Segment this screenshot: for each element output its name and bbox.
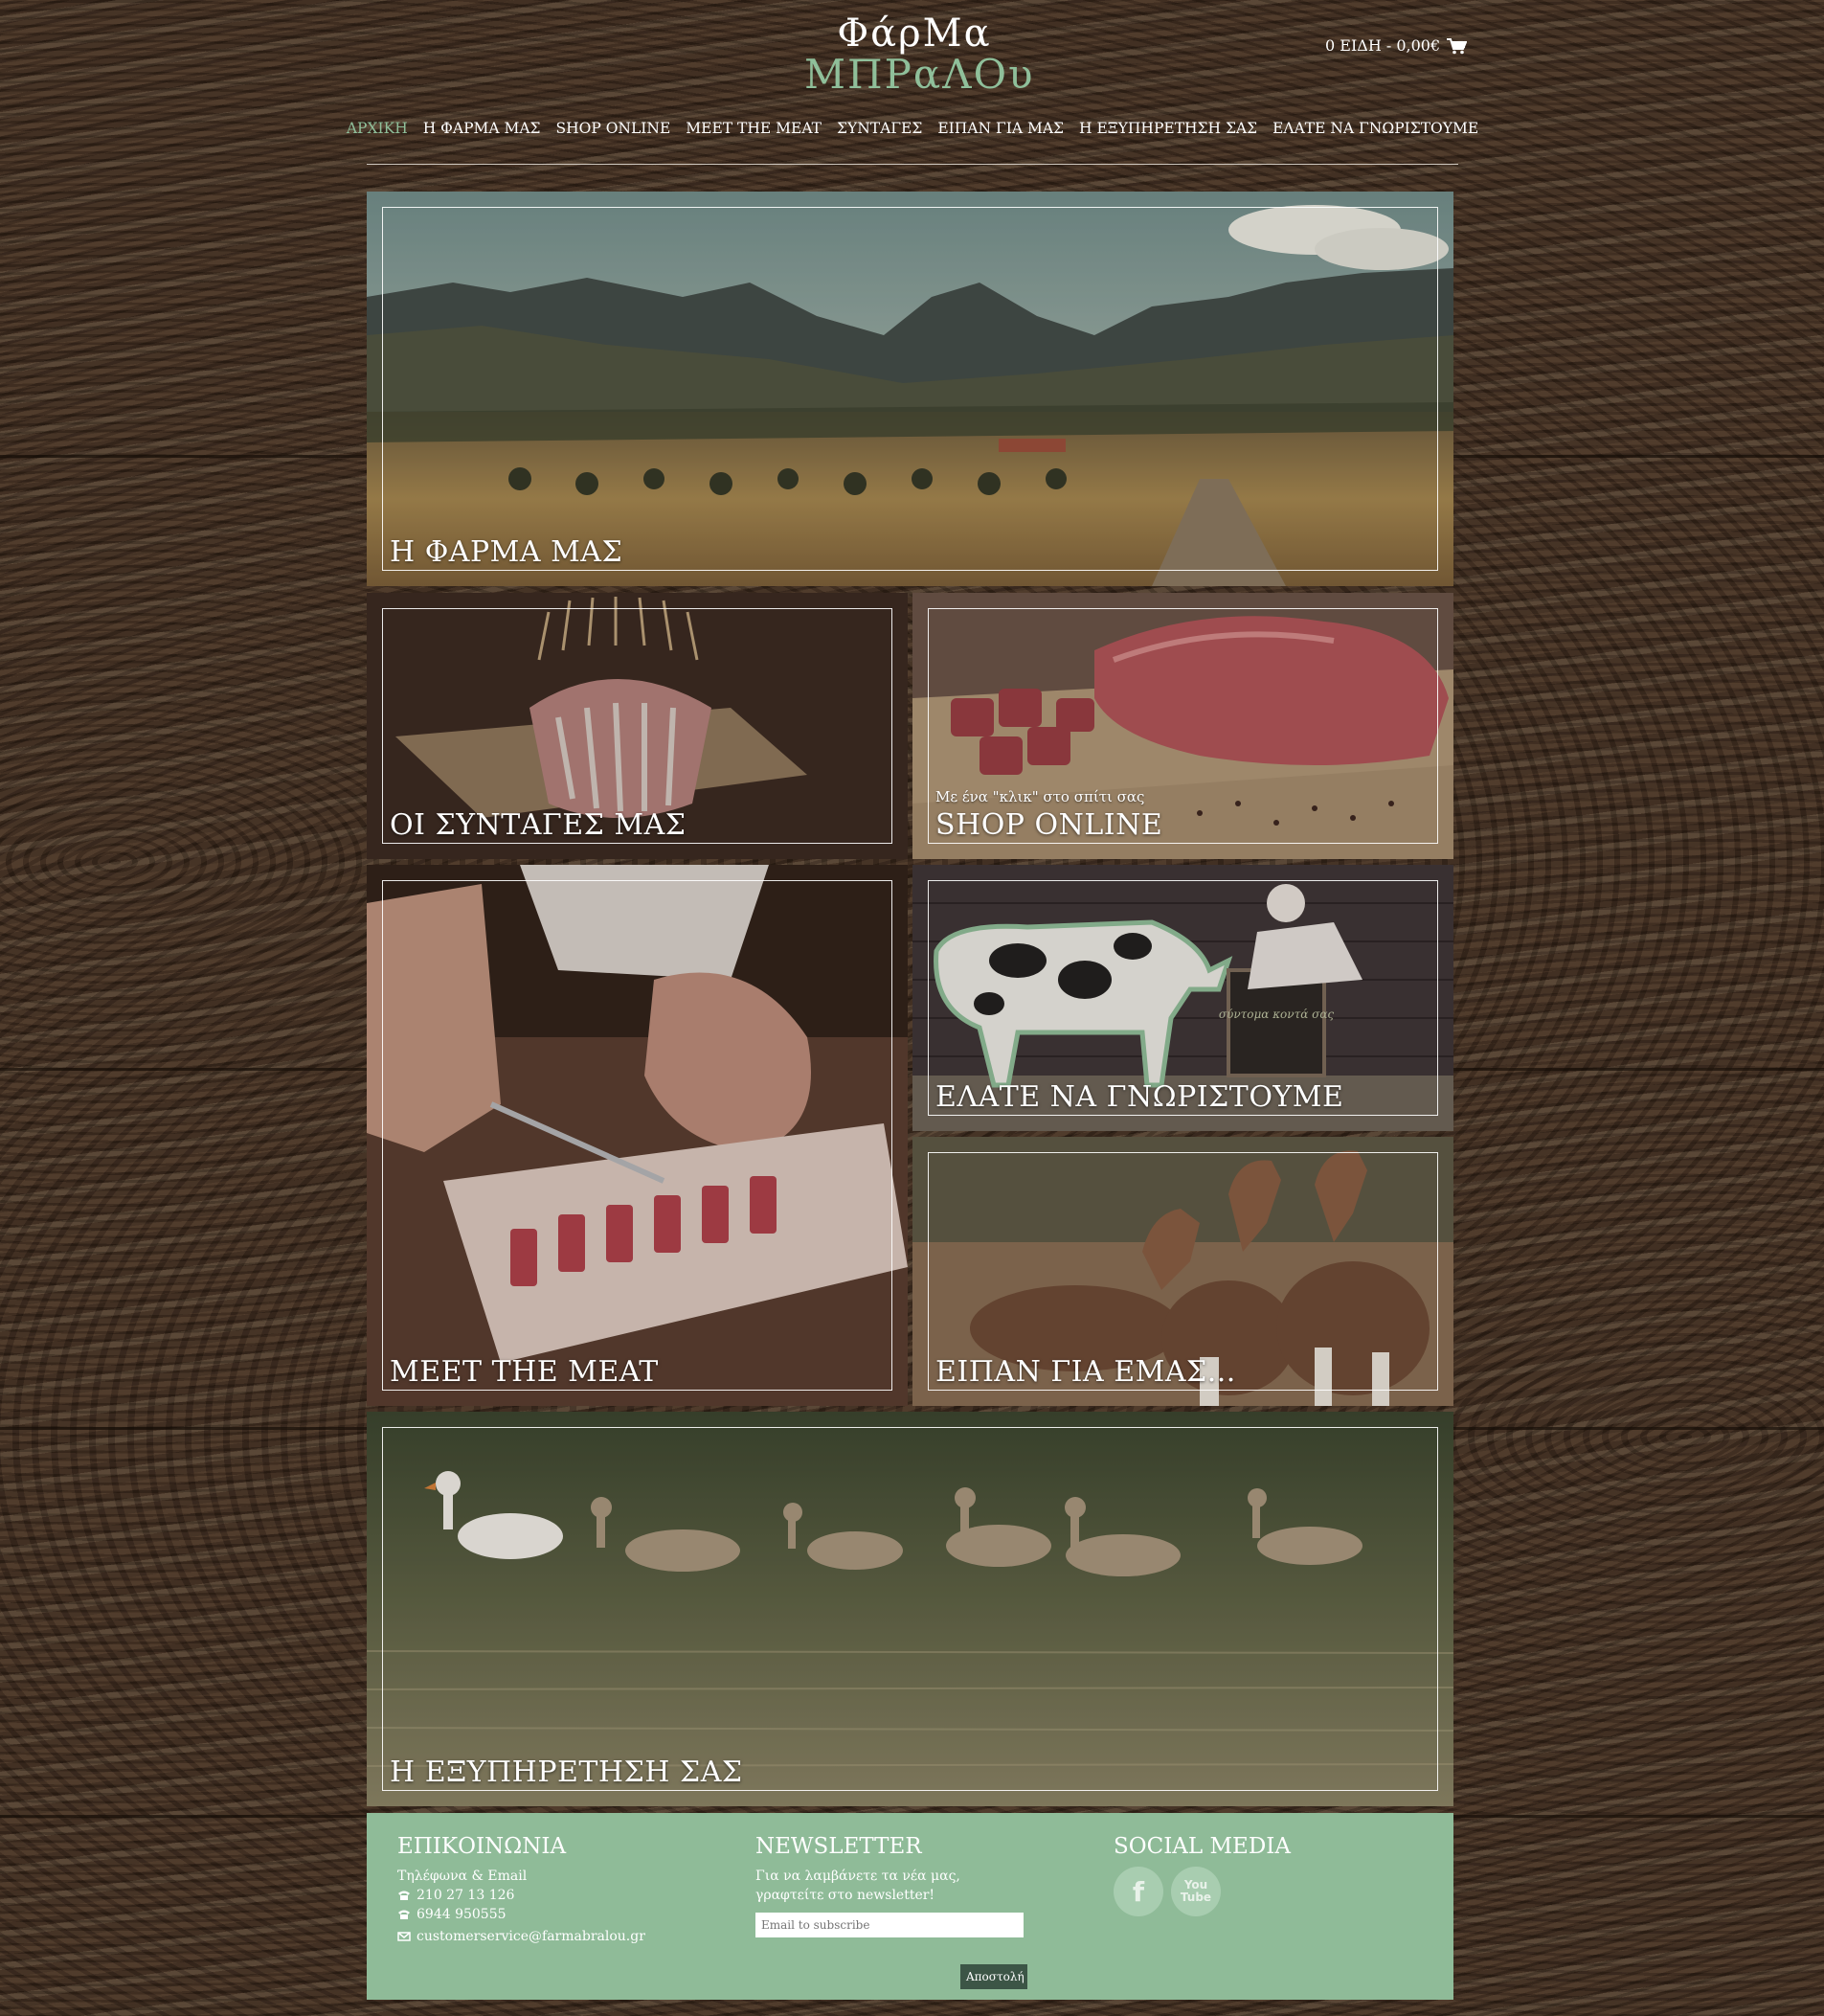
footer-contact: ΕΠΙΚΟΙΝΩΝΙΑ Τηλέφωνα & Email 210 27 13 1… [397,1834,645,1946]
phone-number-2[interactable]: 6944 950555 [417,1905,507,1924]
nav-item-recipes[interactable]: ΣΥΝΤΑΓΕΣ [829,120,930,137]
newsletter-heading: NEWSLETTER [755,1834,922,1859]
tile-label: ΕΛΑΤΕ ΝΑ ΓΝΩΡΙΣΤΟΥΜΕ [935,1080,1344,1114]
youtube-icon[interactable]: You Tube [1171,1867,1221,1916]
tile-label: SHOP ONLINE [935,808,1163,842]
phone-row: 210 27 13 126 [397,1886,645,1905]
tile-meet-the-meat[interactable]: MEET THE MEAT [367,865,908,1406]
tile-frame [382,880,892,1391]
cart-text: 0 ΕΙΔΗ - 0,00€ [1325,36,1441,55]
tile-shop-online[interactable]: Με ένα "κλικ" στο σπίτι σας SHOP ONLINE [912,593,1453,859]
main-nav: ΑΡΧΙΚΗ Η ΦΑΡΜΑ ΜΑΣ SHOP ONLINE MEET THE … [347,120,1478,137]
footer: ΕΠΙΚΟΙΝΩΝΙΑ Τηλέφωνα & Email 210 27 13 1… [367,1813,1453,2000]
tile-our-farm[interactable]: Η ΦΑΡΜΑ ΜΑΣ [367,192,1453,586]
tile-frame [382,1427,1438,1791]
tile-label: ΟΙ ΣΥΝΤΑΓΕΣ ΜΑΣ [390,808,687,842]
tile-visit-us[interactable]: σύντομα κοντά σας ΕΛΑΤΕ ΝΑ ΓΝΩΡΙΣΤΟΥΜΕ [912,865,1453,1131]
tile-reviews[interactable]: ΕΙΠΑΝ ΓΙΑ ΕΜΑΣ... [912,1137,1453,1406]
tile-frame [382,207,1438,571]
footer-social: SOCIAL MEDIA f You Tube [1114,1834,1291,1916]
newsletter-text: Για να λαμβάνετε τα νέα μας, γραφτείτε σ… [755,1869,960,1903]
tile-label: ΕΙΠΑΝ ΓΙΑ ΕΜΑΣ... [935,1355,1236,1389]
envelope-icon [397,1932,411,1941]
nav-item-our-farm[interactable]: Η ΦΑΡΜΑ ΜΑΣ [416,120,549,137]
social-links: f You Tube [1114,1867,1291,1916]
cart-icon [1447,37,1468,54]
phone-icon [398,1910,410,1919]
site-logo[interactable]: ΦάρΜα ΜΠΡαΛΟυ [804,11,1035,98]
newsletter-submit-button[interactable]: Αποστολή [960,1964,1027,1989]
cart-summary[interactable]: 0 ΕΙΔΗ - 0,00€ [1325,36,1468,55]
contact-email-link[interactable]: customerservice@farmabralou.gr [417,1927,645,1946]
phone-icon [398,1891,410,1900]
logo-bottom-text: ΜΠΡαΛΟυ [804,51,1035,98]
footer-newsletter: NEWSLETTER Για να λαμβάνετε τα νέα μας, … [755,1834,1033,1989]
phone-row: 6944 950555 [397,1905,645,1924]
nav-item-home[interactable]: ΑΡΧΙΚΗ [339,120,416,137]
facebook-icon[interactable]: f [1114,1867,1163,1916]
email-row: customerservice@farmabralou.gr [397,1927,645,1946]
nav-item-meet-the-meat[interactable]: MEET THE MEAT [678,120,829,137]
social-heading: SOCIAL MEDIA [1114,1834,1291,1859]
newsletter-email-input[interactable] [755,1913,1024,1937]
nav-item-reviews[interactable]: ΕΙΠΑΝ ΓΙΑ ΜΑΣ [930,120,1071,137]
tile-subtitle: Με ένα "κλικ" στο σπίτι σας [935,788,1145,805]
nav-divider [367,164,1458,165]
tile-label: Η ΦΑΡΜΑ ΜΑΣ [390,535,623,569]
tile-label: Η ΕΞΥΠΗΡΕΤΗΣΗ ΣΑΣ [390,1756,743,1789]
nav-item-visit-us[interactable]: ΕΛΑΤΕ ΝΑ ΓΝΩΡΙΣΤΟΥΜΕ [1265,120,1486,137]
contact-subtitle: Τηλέφωνα & Email [397,1869,528,1884]
tile-recipes[interactable]: ΟΙ ΣΥΝΤΑΓΕΣ ΜΑΣ [367,593,908,859]
contact-heading: ΕΠΙΚΟΙΝΩΝΙΑ [397,1834,567,1859]
tile-label: MEET THE MEAT [390,1355,659,1389]
tile-customer-service[interactable]: Η ΕΞΥΠΗΡΕΤΗΣΗ ΣΑΣ [367,1412,1453,1806]
phone-number-1[interactable]: 210 27 13 126 [417,1886,514,1905]
logo-top-text: ΦάρΜα [837,11,992,56]
nav-item-shop-online[interactable]: SHOP ONLINE [549,120,679,137]
nav-item-customer-service[interactable]: Η ΕΞΥΠΗΡΕΤΗΣΗ ΣΑΣ [1071,120,1265,137]
